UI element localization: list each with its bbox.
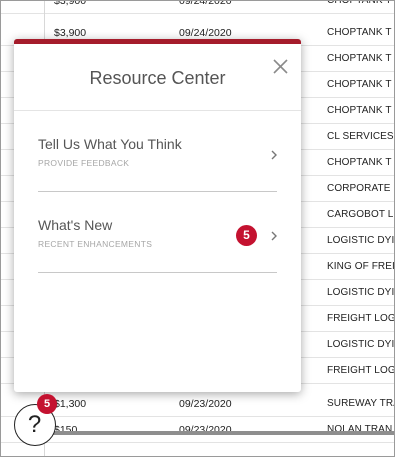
date-cell: 09/23/2020 [179,424,232,436]
close-icon[interactable] [270,56,292,78]
header-divider [14,110,301,111]
chevron-right-icon [269,148,279,162]
company-cell: CL SERVICES [327,131,394,142]
table-row[interactable]: $1,300 09/23/2020 SUREWAY TRA [1,391,395,417]
table-row[interactable]: $150 09/23/2020 NOLAN TRAN [1,417,394,443]
company-cell: SUREWAY TRA [327,398,395,409]
company-cell: FREIGHT LOG [327,365,395,376]
item-divider [38,272,277,273]
company-cell: CHOPTANK T [327,53,392,64]
date-cell: 09/24/2020 [179,0,232,7]
amount-cell: $150 [54,424,78,436]
app-window: $3,900 09/24/2020 CHOPTANK T $3,900 09/24/20… [0,0,395,457]
table-row[interactable]: $3,900 09/24/2020 CHOPTANK T [1,0,394,14]
company-cell: LOGISTIC DYI [327,287,395,298]
feedback-subtitle: PROVIDE FEEDBACK [38,158,130,168]
launcher-badge: 5 [37,394,57,414]
whats-new-badge: 5 [236,225,257,246]
feedback-title: Tell Us What You Think [38,136,182,152]
company-cell: CORPORATE [327,183,391,194]
company-cell: NOLAN TRAN [327,424,393,435]
company-cell: CHOPTANK T [327,157,392,168]
company-cell: LOGISTIC DYI [327,339,395,350]
company-cell: FREIGHT LOG [327,313,395,324]
whats-new-subtitle: RECENT ENHANCEMENTS [38,239,153,249]
company-cell: LOGISTIC DYI [327,235,395,246]
company-cell: KING OF FREI [327,261,395,272]
chevron-right-icon [269,229,279,243]
resource-center-panel: Resource Center Tell Us What You Think P… [14,39,301,392]
help-icon: ? [27,411,42,438]
company-cell: CHOPTANK T [327,27,392,38]
whats-new-title: What's New [38,217,113,233]
amount-cell: $3,900 [54,0,87,7]
company-cell: CHOPTANK T [327,105,392,116]
company-cell: CHOPTANK T [327,79,392,90]
whats-new-item[interactable]: What's New RECENT ENHANCEMENTS 5 [38,217,277,279]
amount-cell: $1,300 [54,398,87,410]
horizontal-scrollbar[interactable] [45,431,394,435]
date-cell: 09/23/2020 [179,398,232,410]
company-cell: CHOPTANK T [327,0,392,6]
company-cell: CARGOBOT L [327,209,394,220]
item-divider [38,191,277,192]
feedback-item[interactable]: Tell Us What You Think PROVIDE FEEDBACK [38,136,277,198]
panel-title: Resource Center [89,68,226,88]
